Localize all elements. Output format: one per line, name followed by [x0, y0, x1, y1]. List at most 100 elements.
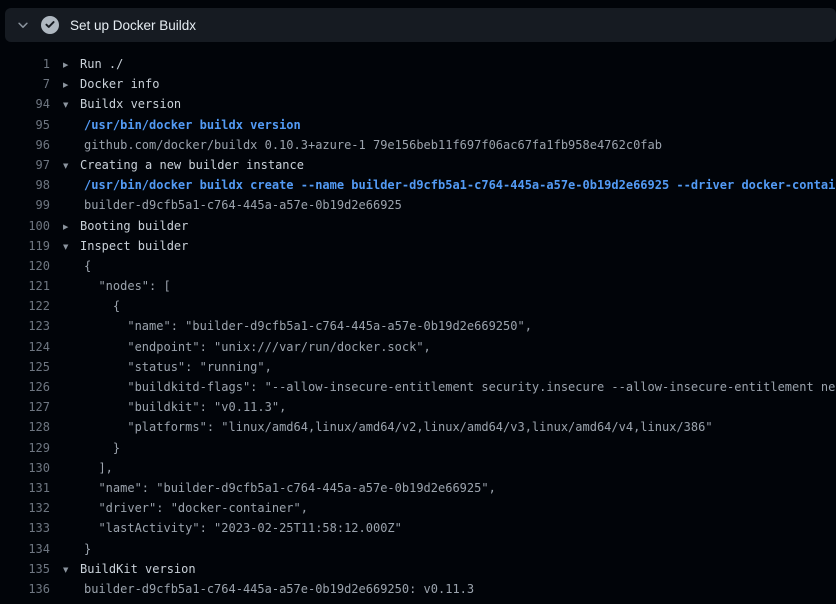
line-number[interactable]: 100 — [0, 216, 50, 236]
line-text: "buildkit": "v0.11.3", — [84, 400, 286, 414]
group-toggle-icon[interactable]: ▶ — [63, 55, 75, 75]
line-content[interactable]: ▶Run ./ — [63, 54, 123, 74]
line-content[interactable]: ▶ Docker info — [63, 74, 159, 94]
log-row: 129 } — [0, 438, 836, 458]
line-text: "name": "builder-d9cfb5a1-c764-445a-a57e… — [84, 481, 496, 495]
line-number[interactable]: 122 — [0, 296, 50, 316]
log-row: 126 "buildkitd-flags": "--allow-insecure… — [0, 377, 836, 397]
log-row: 1 ▶Run ./ — [0, 54, 836, 74]
line-number[interactable]: 120 — [0, 256, 50, 276]
line-content: "lastActivity": "2023-02-25T11:58:12.000… — [84, 518, 402, 538]
line-text: Booting builder — [80, 219, 188, 233]
line-text: "lastActivity": "2023-02-25T11:58:12.000… — [84, 521, 402, 535]
log-row: 131 "name": "builder-d9cfb5a1-c764-445a-… — [0, 478, 836, 498]
line-content: ], — [84, 458, 113, 478]
log-row: 124 "endpoint": "unix:///var/run/docker.… — [0, 337, 836, 357]
line-content: "name": "builder-d9cfb5a1-c764-445a-a57e… — [84, 478, 496, 498]
line-text: "nodes": [ — [84, 279, 171, 293]
line-text: /usr/bin/docker buildx create --name bui… — [84, 178, 836, 192]
group-toggle-icon[interactable]: ▶ — [63, 75, 75, 95]
line-text: } — [84, 441, 120, 455]
line-number[interactable]: 121 — [0, 276, 50, 296]
line-number[interactable]: 131 — [0, 478, 50, 498]
line-text: "status": "running", — [84, 360, 272, 374]
line-content: "endpoint": "unix:///var/run/docker.sock… — [84, 337, 431, 357]
line-text: BuildKit version — [80, 562, 196, 576]
log-row: 94 ▼ Buildx version — [0, 94, 836, 114]
line-number[interactable]: 7 — [0, 74, 50, 94]
line-number[interactable]: 134 — [0, 539, 50, 559]
log-row: 125 "status": "running", — [0, 357, 836, 377]
line-number[interactable]: 125 — [0, 357, 50, 377]
line-text: Docker info — [80, 77, 159, 91]
group-toggle-icon[interactable]: ▼ — [63, 237, 75, 257]
line-number[interactable]: 127 — [0, 397, 50, 417]
line-text: "driver": "docker-container", — [84, 501, 308, 515]
line-text: "name": "builder-d9cfb5a1-c764-445a-a57e… — [84, 319, 532, 333]
line-number[interactable]: 129 — [0, 438, 50, 458]
line-content[interactable]: ▶ Booting builder — [63, 216, 188, 236]
line-number[interactable]: 1 — [0, 54, 50, 74]
line-content: /usr/bin/docker buildx version — [84, 115, 301, 135]
line-number[interactable]: 96 — [0, 135, 50, 155]
line-text: ], — [84, 461, 113, 475]
line-text: "platforms": "linux/amd64,linux/amd64/v2… — [84, 420, 713, 434]
line-number[interactable]: 119 — [0, 236, 50, 256]
log-row: 133 "lastActivity": "2023-02-25T11:58:12… — [0, 518, 836, 538]
line-text: Buildx version — [80, 97, 181, 111]
line-text: Inspect builder — [80, 239, 188, 253]
log-row: 127 "buildkit": "v0.11.3", — [0, 397, 836, 417]
chevron-down-icon[interactable] — [16, 18, 30, 32]
line-content[interactable]: ▼ Inspect builder — [63, 236, 188, 256]
line-number[interactable]: 123 — [0, 316, 50, 336]
log-row: 7 ▶ Docker info — [0, 74, 836, 94]
line-content[interactable]: ▼Creating a new builder instance — [63, 155, 304, 175]
line-content[interactable]: ▼ Buildx version — [63, 94, 181, 114]
line-text: github.com/docker/buildx 0.10.3+azure-1 … — [84, 138, 662, 152]
line-number[interactable]: 135 — [0, 559, 50, 579]
line-content: github.com/docker/buildx 0.10.3+azure-1 … — [84, 135, 662, 155]
log-row: 120 { — [0, 256, 836, 276]
log-row: 134 } — [0, 539, 836, 559]
line-content: /usr/bin/docker buildx create --name bui… — [84, 175, 836, 195]
line-text: "endpoint": "unix:///var/run/docker.sock… — [84, 340, 431, 354]
line-text: } — [84, 542, 91, 556]
step-header[interactable]: Set up Docker Buildx — [5, 8, 836, 42]
log-row: 136 builder-d9cfb5a1-c764-445a-a57e-0b19… — [0, 579, 836, 599]
line-content: } — [84, 539, 91, 559]
log-lines[interactable]: 1 ▶Run ./ 7 ▶ Docker info 94 ▼ Buildx vers… — [0, 54, 836, 604]
log-row: 98 /usr/bin/docker buildx create --name … — [0, 175, 836, 195]
line-number[interactable]: 128 — [0, 417, 50, 437]
line-number[interactable]: 99 — [0, 195, 50, 215]
line-number[interactable]: 130 — [0, 458, 50, 478]
log-row: 130 ], — [0, 458, 836, 478]
log-row: 132 "driver": "docker-container", — [0, 498, 836, 518]
group-toggle-icon[interactable]: ▼ — [63, 156, 75, 176]
log-row: 121 "nodes": [ — [0, 276, 836, 296]
line-number[interactable]: 124 — [0, 337, 50, 357]
group-toggle-icon[interactable]: ▼ — [63, 560, 75, 580]
line-number[interactable]: 136 — [0, 579, 50, 599]
line-text: { — [84, 259, 91, 273]
line-content: "driver": "docker-container", — [84, 498, 308, 518]
log-row: 100 ▶ Booting builder — [0, 216, 836, 236]
line-content: "nodes": [ — [84, 276, 171, 296]
line-number[interactable]: 97 — [0, 155, 50, 175]
line-number[interactable]: 132 — [0, 498, 50, 518]
line-content[interactable]: ▼ BuildKit version — [63, 559, 196, 579]
line-number[interactable]: 126 — [0, 377, 50, 397]
line-content: { — [84, 296, 120, 316]
line-content: "buildkit": "v0.11.3", — [84, 397, 286, 417]
line-text: "buildkitd-flags": "--allow-insecure-ent… — [84, 380, 836, 394]
log-row: 99 builder-d9cfb5a1-c764-445a-a57e-0b19d… — [0, 195, 836, 215]
line-text: builder-d9cfb5a1-c764-445a-a57e-0b19d2e6… — [84, 198, 402, 212]
step-title: Set up Docker Buildx — [70, 18, 196, 33]
group-toggle-icon[interactable]: ▼ — [63, 95, 75, 115]
line-number[interactable]: 94 — [0, 94, 50, 114]
line-content: { — [84, 256, 91, 276]
line-number[interactable]: 95 — [0, 115, 50, 135]
line-number[interactable]: 133 — [0, 518, 50, 538]
line-number[interactable]: 98 — [0, 175, 50, 195]
log-row: 123 "name": "builder-d9cfb5a1-c764-445a-… — [0, 316, 836, 336]
group-toggle-icon[interactable]: ▶ — [63, 217, 75, 237]
